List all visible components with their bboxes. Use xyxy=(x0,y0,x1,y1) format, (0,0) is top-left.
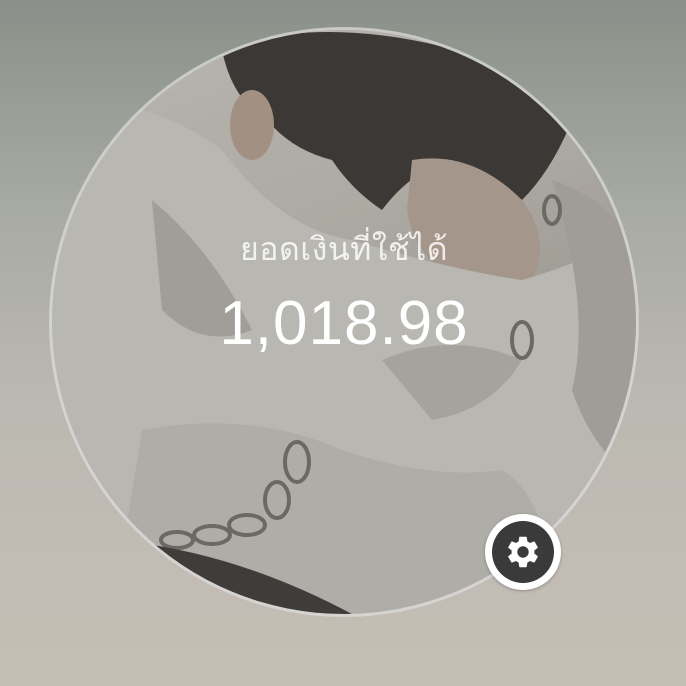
available-balance-label: ยอดเงินที่ใช้ได้ xyxy=(240,230,448,268)
gear-icon xyxy=(508,536,538,568)
available-balance-amount: 1,018.98 xyxy=(219,289,469,358)
settings-button[interactable] xyxy=(485,514,561,590)
settings-button-inner[interactable] xyxy=(492,521,554,583)
